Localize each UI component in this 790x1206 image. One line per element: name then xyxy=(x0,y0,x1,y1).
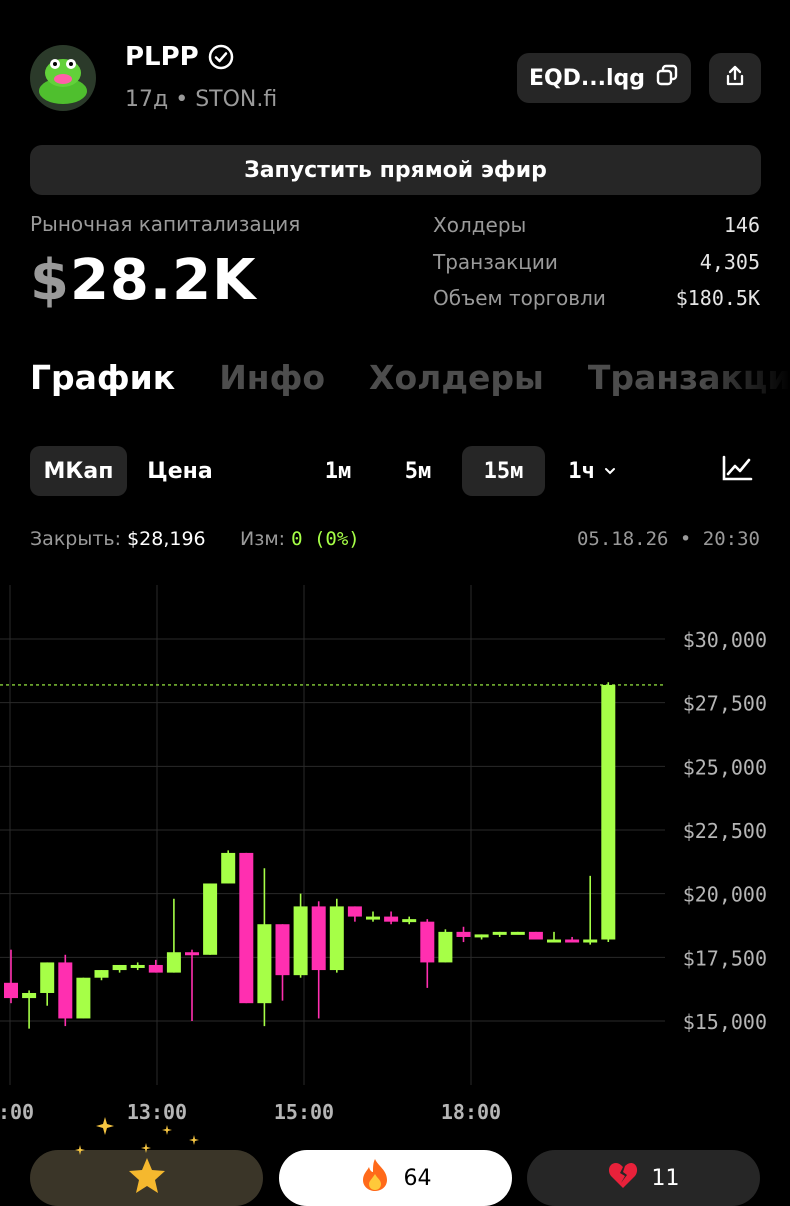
x-tick-label: 18:00 xyxy=(441,1100,501,1124)
interval-15m-button[interactable]: 15м xyxy=(462,446,545,496)
candle-body xyxy=(402,919,417,923)
stat-value-transactions: 4,305 xyxy=(699,250,760,274)
broken-heart-count: 11 xyxy=(651,1165,680,1191)
line-chart-icon xyxy=(721,454,753,488)
candle-body xyxy=(583,939,598,943)
y-tick-label: $20,000 xyxy=(683,883,767,907)
token-dex: STON.fi xyxy=(195,87,278,112)
stat-value-volume: $180.5K xyxy=(675,286,760,310)
close-value: $28,196 xyxy=(127,528,206,550)
candle-body xyxy=(148,964,163,973)
check-circle-icon xyxy=(208,44,234,70)
candle-body xyxy=(474,934,489,938)
candle-body xyxy=(257,924,272,1004)
interval-5m-button[interactable]: 5м xyxy=(385,446,451,496)
tabs-fade xyxy=(700,350,790,410)
y-tick-label: $22,500 xyxy=(683,819,767,843)
sparkle-decoration xyxy=(70,1115,250,1155)
candle-body xyxy=(420,921,435,963)
star-icon xyxy=(127,1155,167,1201)
token-avatar xyxy=(30,45,96,111)
chart-datetime: 05.18.26 • 20:30 xyxy=(576,528,760,550)
interval-1h-dropdown[interactable]: 1ч xyxy=(555,446,630,496)
broken-heart-reaction-button[interactable]: 11 xyxy=(527,1150,760,1206)
close-label: Закрыть: xyxy=(30,528,122,550)
interval-1m-button[interactable]: 1м xyxy=(305,446,371,496)
y-tick-label: $17,500 xyxy=(683,946,767,970)
token-name: PLPP xyxy=(125,42,199,72)
market-cap-number: 28.2K xyxy=(69,248,257,313)
token-meta: 17д • STON.fi xyxy=(125,87,277,112)
market-cap-label: Рыночная капитализация xyxy=(30,212,301,236)
start-live-button[interactable]: Запустить прямой эфир xyxy=(30,145,761,195)
candle-body xyxy=(384,916,399,922)
copy-icon xyxy=(655,63,679,93)
meta-separator: • xyxy=(175,87,189,112)
market-cap-value: $28.2K xyxy=(30,248,257,313)
tab-bar: График Инфо Холдеры Транзакции xyxy=(30,358,790,397)
token-age: 17д xyxy=(125,87,169,112)
candle-body xyxy=(547,939,561,943)
mode-price-button[interactable]: Цена xyxy=(135,446,225,496)
address-label: EQD...lqg xyxy=(528,65,646,91)
copy-address-button[interactable]: EQD...lqg xyxy=(517,53,691,103)
candle-body xyxy=(185,952,199,956)
candle-body xyxy=(112,964,127,971)
y-tick-label: $25,000 xyxy=(683,755,767,779)
stat-label-holders: Холдеры xyxy=(433,213,527,237)
candle-body xyxy=(130,964,145,968)
candle-body xyxy=(347,906,362,917)
candle-body xyxy=(601,684,616,940)
candle-body xyxy=(221,852,236,884)
stat-label-volume: Объем торговли xyxy=(433,286,606,310)
candle-body xyxy=(203,883,218,955)
candle-body xyxy=(239,852,254,1004)
mode-mcap-button[interactable]: МКап xyxy=(30,446,127,496)
currency-symbol: $ xyxy=(30,248,70,313)
tab-info[interactable]: Инфо xyxy=(219,358,325,397)
x-tick-label: 8:00 xyxy=(0,1100,34,1124)
candle-body xyxy=(293,906,308,976)
y-tick-label: $30,000 xyxy=(683,628,767,652)
candle-body xyxy=(456,931,471,937)
candle-body xyxy=(166,952,181,973)
share-button[interactable] xyxy=(709,53,761,103)
candle-body xyxy=(275,924,290,976)
candle-body xyxy=(22,992,37,999)
chevron-down-icon xyxy=(603,459,617,484)
fire-count: 64 xyxy=(403,1165,432,1191)
fire-icon xyxy=(360,1158,390,1198)
candle-body xyxy=(438,931,453,963)
y-tick-label: $27,500 xyxy=(683,692,767,716)
interval-1h-label: 1ч xyxy=(568,458,595,484)
chart-type-button[interactable] xyxy=(712,446,762,496)
tab-holders[interactable]: Холдеры xyxy=(369,358,544,397)
broken-heart-icon xyxy=(608,1161,638,1195)
candle-body xyxy=(565,939,580,943)
y-tick-label: $15,000 xyxy=(683,1010,767,1034)
change-info: Изм: 0 (0%) xyxy=(240,528,360,550)
change-label: Изм: xyxy=(240,528,286,550)
candle-body xyxy=(76,977,91,1019)
candle-body xyxy=(510,931,525,935)
share-icon xyxy=(723,64,747,92)
change-value: 0 (0%) xyxy=(291,528,360,550)
close-info: Закрыть: $28,196 xyxy=(30,528,206,550)
candle-body xyxy=(40,962,55,993)
x-tick-label: 15:00 xyxy=(274,1100,334,1124)
price-chart[interactable]: $30,000 $27,500 $25,000 $22,500 $20,000 $17,5… xyxy=(0,585,790,1130)
candle-body xyxy=(311,906,326,971)
candle-body xyxy=(4,982,18,999)
candle-body xyxy=(329,906,344,971)
candle-body xyxy=(366,916,380,920)
stat-label-transactions: Транзакции xyxy=(433,250,558,274)
stat-value-holders: 146 xyxy=(723,213,760,237)
candle-body xyxy=(528,931,543,940)
fire-reaction-button[interactable]: 64 xyxy=(279,1150,512,1206)
candle-body xyxy=(58,962,73,1019)
candle-body xyxy=(94,970,109,978)
star-reaction-button[interactable] xyxy=(30,1150,263,1206)
tab-chart[interactable]: График xyxy=(30,358,175,397)
candle-body xyxy=(492,931,507,935)
